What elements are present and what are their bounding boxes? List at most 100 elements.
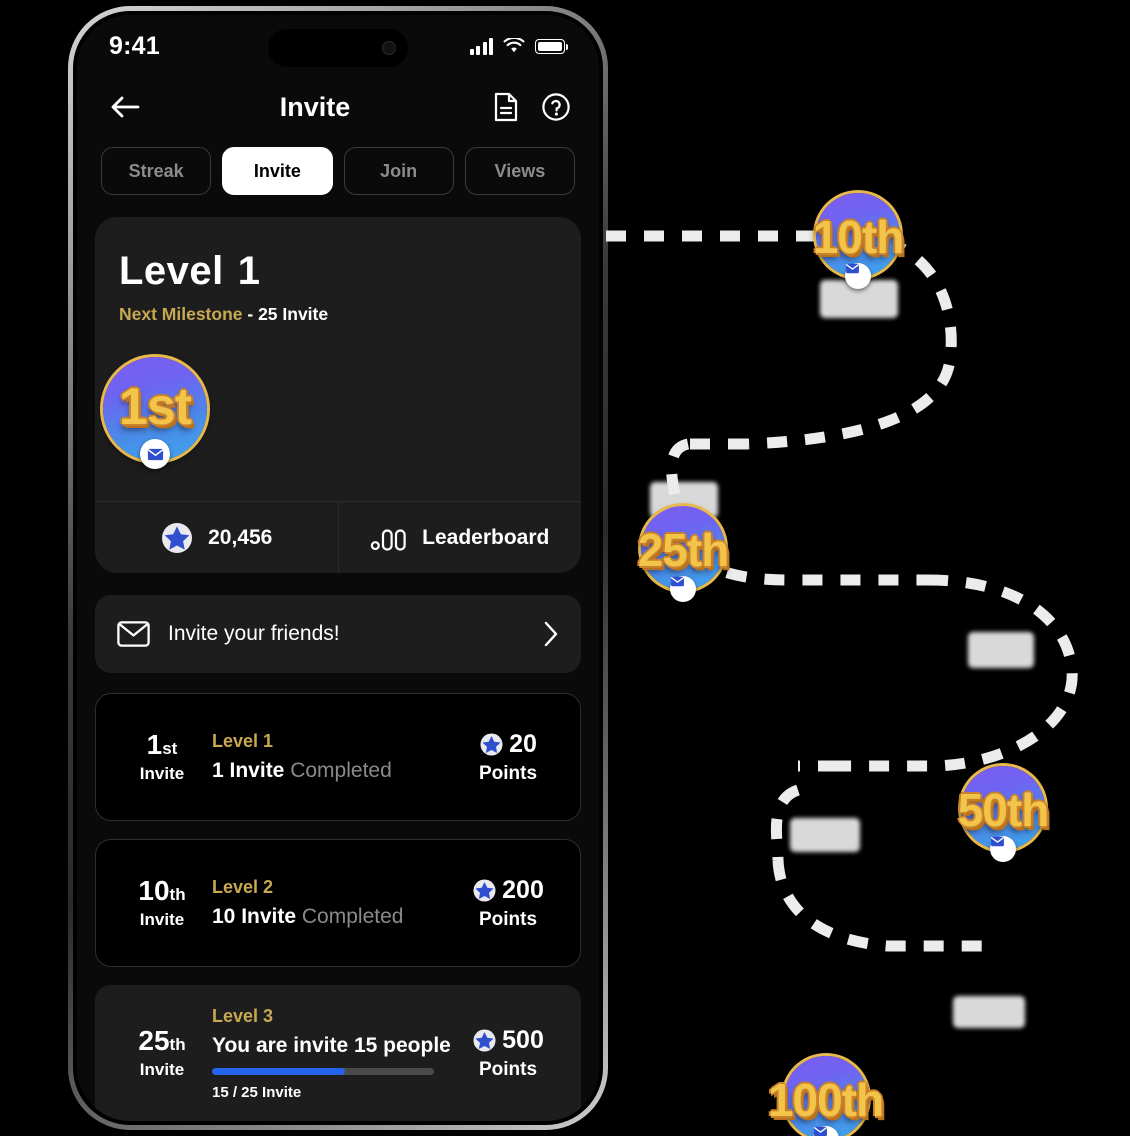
current-rank-badge: 1st <box>97 351 213 469</box>
tab-streak[interactable]: Streak <box>101 147 212 195</box>
roadmap-chip-100th <box>790 818 860 852</box>
badge-rank-label: 50th <box>957 784 1050 836</box>
level-label: Level 1 <box>212 731 274 751</box>
envelope-icon <box>670 576 696 602</box>
next-milestone-sep: - <box>242 304 259 324</box>
level-summary-card: Level 1 Next Milestone - 25 Invite 1st 2… <box>95 217 581 573</box>
envelope-icon <box>845 263 871 289</box>
rank-number: 1 <box>146 728 163 760</box>
level-status-strong: 1 Invite <box>212 759 285 782</box>
rank-unit: Invite <box>139 909 185 929</box>
rank-block: 10th Invite <box>116 874 208 930</box>
rank-suffix: st <box>162 738 178 758</box>
points-row: 500 <box>456 1026 560 1055</box>
milestone-roadmap: 10th 25th 50th 100th <box>598 0 1130 1136</box>
star-icon <box>473 878 496 902</box>
roadmap-badge-50th[interactable]: 50th <box>938 758 1068 868</box>
level-status: 1 Invite Completed <box>212 759 456 783</box>
points-value: 500 <box>502 1026 544 1054</box>
badge-rank-label: 25th <box>637 524 730 576</box>
page-title: Invite <box>279 91 351 122</box>
wifi-icon <box>503 36 525 54</box>
level-status: 10 Invite Completed <box>212 905 456 929</box>
points-label: Points <box>478 908 538 930</box>
status-bar-clock: 9:41 <box>109 31 160 60</box>
rank-value: 1st <box>116 728 208 760</box>
points-stat[interactable]: 20,456 <box>95 502 338 573</box>
star-icon <box>480 732 503 756</box>
envelope-icon <box>117 621 150 647</box>
status-bar-indicators <box>469 36 568 55</box>
level-card-list: 1st Invite Level 1 1 Invite Completed 20 <box>95 693 581 1121</box>
current-level: Level 1 <box>119 249 328 294</box>
next-milestone-value: 25 Invite <box>258 304 329 324</box>
rank-number: 25 <box>138 1025 170 1056</box>
help-circle-icon[interactable] <box>539 90 573 124</box>
level-label: Level 2 <box>212 877 274 897</box>
level-status-muted: Completed <box>296 905 404 928</box>
rank-block: 1st Invite <box>116 728 208 784</box>
rank-block: 25th Invite <box>116 1027 208 1080</box>
level-status-strong: 10 Invite <box>212 905 297 928</box>
level-info: Level 3 You are invite 15 people 15 / 25… <box>208 1006 456 1101</box>
app-nav-bar: Invite <box>77 77 599 133</box>
points-value: 20,456 <box>208 525 273 549</box>
phone-frame: 9:41 Invite Streak Invite Join Views Lev… <box>68 6 608 1130</box>
points-row: 200 <box>456 876 560 905</box>
level-card-2[interactable]: 10th Invite Level 2 10 Invite Completed … <box>95 839 581 967</box>
points-value: 20 <box>509 729 537 758</box>
level-card-1[interactable]: 1st Invite Level 1 1 Invite Completed 20 <box>95 693 581 821</box>
roadmap-badge-10th[interactable]: 10th <box>798 185 918 295</box>
rank-number: 10 <box>138 874 170 906</box>
level-status: You are invite 15 people <box>212 1034 456 1058</box>
level-progress-bar <box>212 1068 434 1075</box>
points-block: 500 Points <box>456 1026 560 1081</box>
tab-join[interactable]: Join <box>343 147 454 195</box>
roadmap-chip-250th <box>953 996 1025 1028</box>
invite-friends-button[interactable]: Invite your friends! <box>95 595 581 673</box>
leaderboard-label: Leaderboard <box>422 525 550 549</box>
phone-bezel: 9:41 Invite Streak Invite Join Views Lev… <box>73 11 603 1125</box>
level-status-strong: You are invite 15 people <box>212 1034 451 1057</box>
roadmap-badge-100th[interactable]: 100th <box>753 1048 898 1136</box>
level-info: Level 1 1 Invite Completed <box>208 731 456 783</box>
points-block: 20 Points <box>456 730 560 785</box>
dynamic-island <box>268 29 408 67</box>
status-bar: 9:41 <box>77 15 599 77</box>
points-label: Points <box>478 762 538 784</box>
roadmap-chip-50th <box>968 632 1034 668</box>
level-number: 1 <box>237 249 261 293</box>
badge-rank-label: 10th <box>812 211 905 263</box>
hero-stats-row: 20,456 Leaderboard <box>95 501 581 573</box>
cellular-signal-icon <box>469 37 493 55</box>
rank-suffix: th <box>169 1035 186 1054</box>
tab-invite[interactable]: Invite <box>222 147 333 195</box>
star-icon <box>162 522 193 553</box>
level-progress-fill <box>212 1068 346 1075</box>
level-progress-label: 15 / 25 Invite <box>212 1084 302 1101</box>
rank-unit: Invite <box>139 763 185 783</box>
nav-actions <box>489 90 573 124</box>
envelope-icon <box>990 836 1016 862</box>
badge-rank-label: 1st <box>118 377 192 436</box>
roadmap-badge-25th[interactable]: 25th <box>618 498 748 608</box>
next-milestone-label: Next Milestone <box>119 304 243 324</box>
level-status-muted: Completed <box>284 759 392 782</box>
leaderboard-stat[interactable]: Leaderboard <box>337 502 582 573</box>
rank-value: 25th <box>116 1027 208 1055</box>
rank-value: 10th <box>116 874 208 906</box>
next-milestone: Next Milestone - 25 Invite <box>119 304 328 325</box>
document-icon[interactable] <box>489 90 523 124</box>
rank-unit: Invite <box>139 1060 185 1079</box>
segment-tabs: Streak Invite Join Views <box>77 133 599 195</box>
points-row: 20 <box>456 730 560 759</box>
bar-chart-icon <box>370 528 406 551</box>
level-label: Level 3 <box>212 1006 274 1026</box>
points-label: Points <box>478 1059 538 1080</box>
tab-views[interactable]: Views <box>464 147 575 195</box>
level-card-3[interactable]: 25th Invite Level 3 You are invite 15 pe… <box>95 985 581 1121</box>
envelope-icon <box>140 439 170 469</box>
front-camera-icon <box>382 41 396 55</box>
points-value: 200 <box>502 875 544 904</box>
star-icon <box>473 1029 496 1052</box>
